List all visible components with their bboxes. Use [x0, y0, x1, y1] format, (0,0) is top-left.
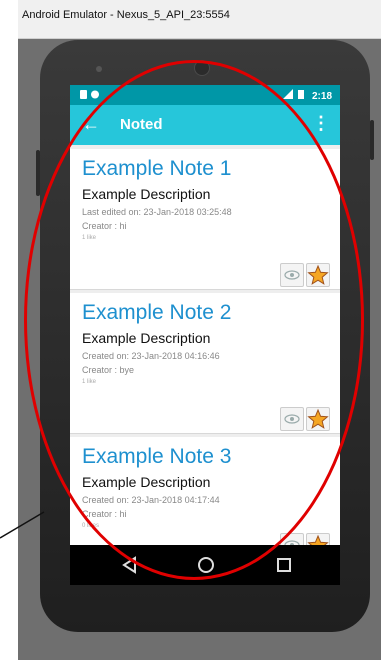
annotation-pointer	[0, 511, 45, 539]
